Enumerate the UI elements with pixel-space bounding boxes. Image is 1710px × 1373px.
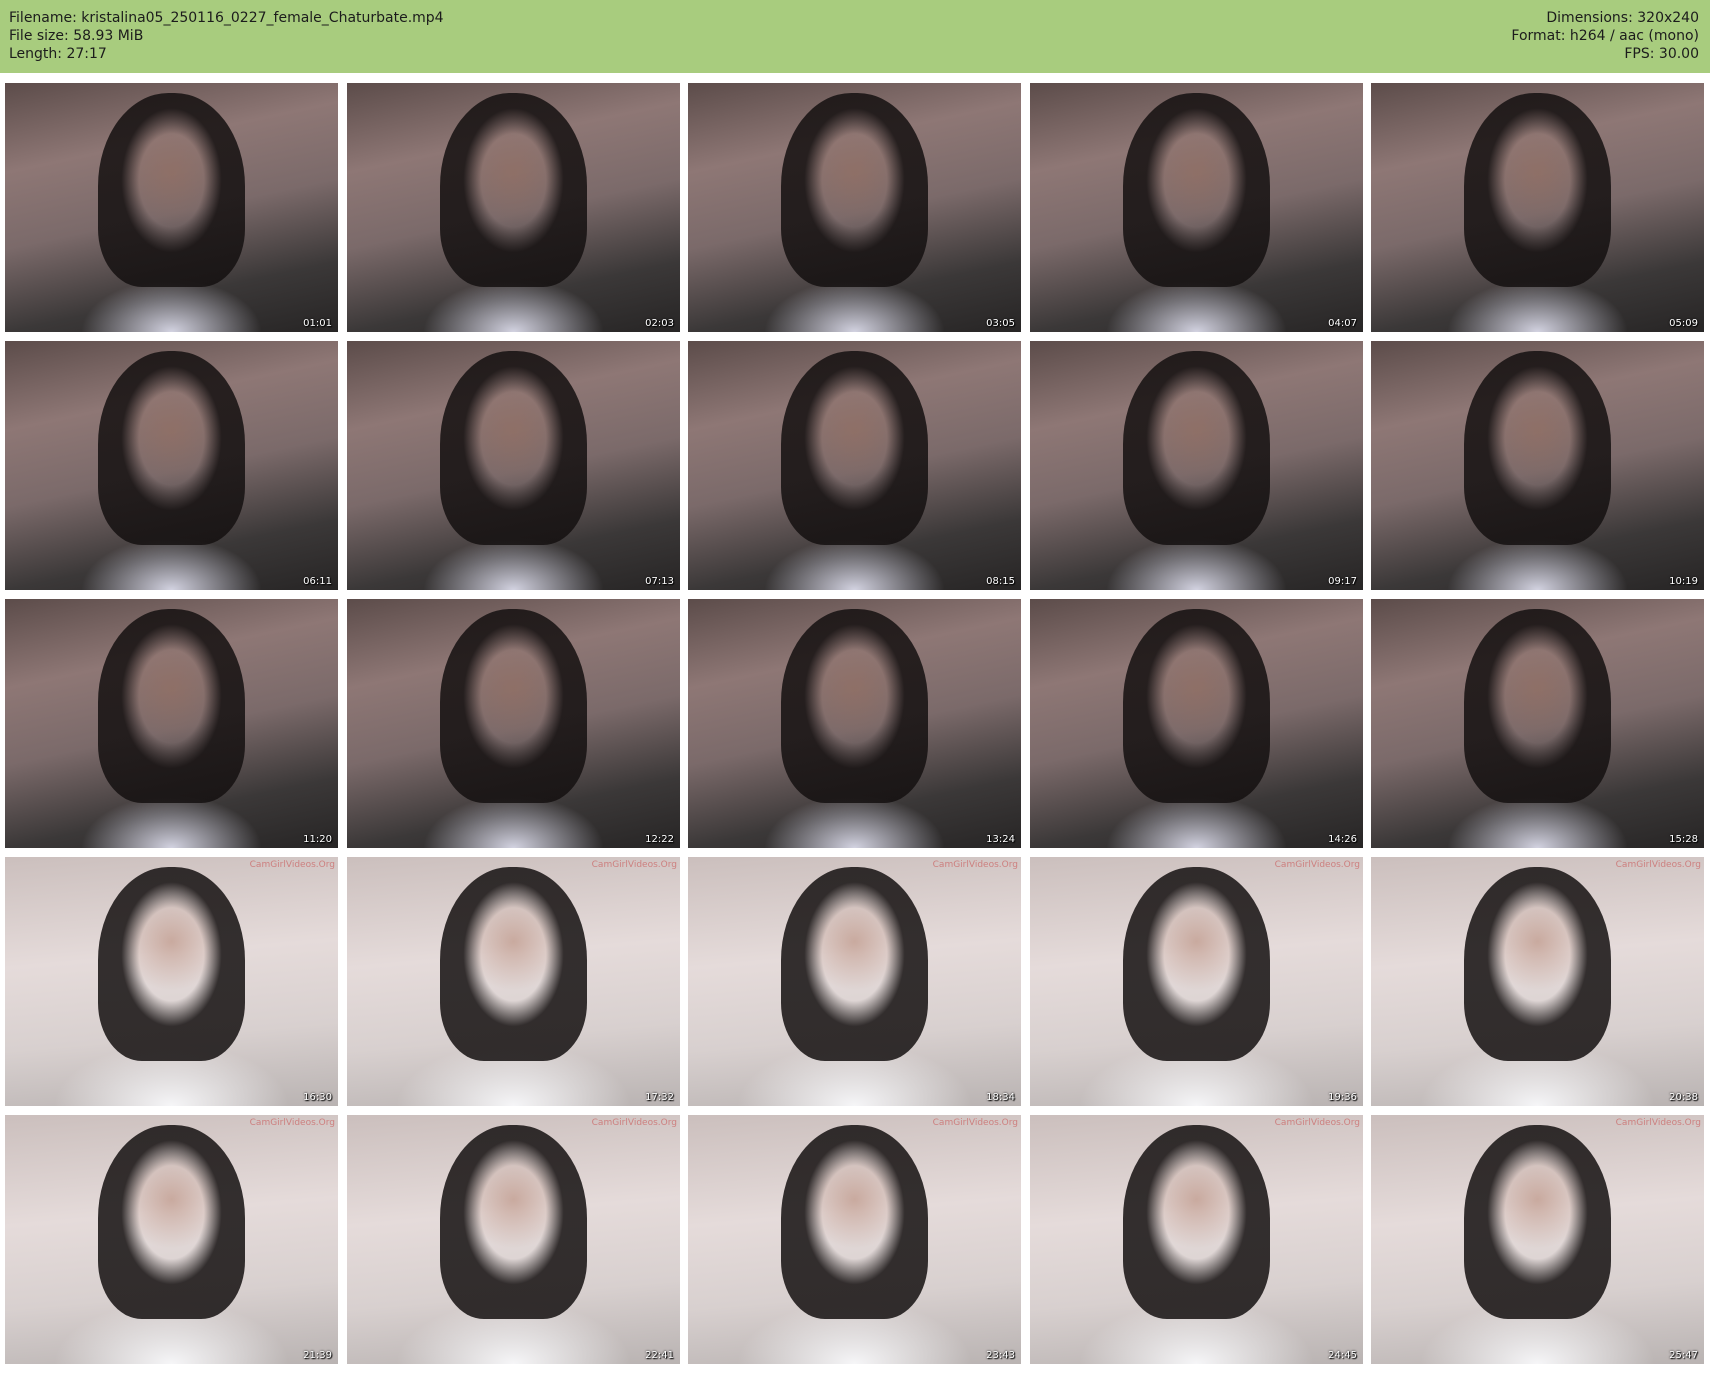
thumbnail-timestamp: 10:19 (1669, 576, 1698, 587)
frame-shading (1464, 608, 1611, 804)
thumbnail-timestamp: 09:17 (1328, 576, 1357, 587)
thumbnail-timestamp: 06:11 (303, 576, 332, 587)
frame-shading (1123, 866, 1270, 1062)
thumbnail-timestamp: 08:15 (986, 576, 1015, 587)
thumbnail: CamGirlVideos.Org 24:45 (1030, 1115, 1363, 1364)
frame-shading (440, 1124, 587, 1320)
frame-shading (781, 350, 928, 546)
frame-shading (98, 866, 245, 1062)
thumbnail: 12:22 (347, 599, 680, 848)
frame-shading (440, 866, 587, 1062)
thumbnail: CamGirlVideos.Org 23:43 (688, 1115, 1021, 1364)
thumbnail-timestamp: 01:01 (303, 318, 332, 329)
thumbnail-grid: 01:01 02:03 03:05 04:07 05:09 06:11 07:13 08:15… (5, 83, 1705, 1368)
thumbnail-timestamp: 24:45 (1328, 1350, 1357, 1361)
thumbnail-timestamp: 20:38 (1669, 1092, 1698, 1103)
watermark-text: CamGirlVideos.Org (249, 1118, 335, 1128)
thumbnail-timestamp: 11:20 (303, 834, 332, 845)
thumbnail-timestamp: 05:09 (1669, 318, 1698, 329)
frame-shading (1464, 92, 1611, 288)
filename-text: Filename: kristalina05_250116_0227_femal… (9, 10, 444, 26)
frame-shading (440, 92, 587, 288)
thumbnail: 05:09 (1371, 83, 1704, 332)
frame-shading (98, 350, 245, 546)
length-text: Length: 27:17 (9, 46, 107, 62)
thumbnail-timestamp: 16:30 (303, 1092, 332, 1103)
thumbnail: CamGirlVideos.Org 16:30 (5, 857, 338, 1106)
thumbnail-timestamp: 12:22 (645, 834, 674, 845)
thumbnail: 03:05 (688, 83, 1021, 332)
watermark-text: CamGirlVideos.Org (1615, 860, 1701, 870)
watermark-text: CamGirlVideos.Org (1615, 1118, 1701, 1128)
thumbnail-timestamp: 22:41 (645, 1350, 674, 1361)
thumbnail: CamGirlVideos.Org 18:34 (688, 857, 1021, 1106)
frame-shading (1464, 350, 1611, 546)
thumbnail-timestamp: 18:34 (986, 1092, 1015, 1103)
frame-shading (1464, 866, 1611, 1062)
frame-shading (98, 608, 245, 804)
thumbnail: CamGirlVideos.Org 20:38 (1371, 857, 1704, 1106)
frame-shading (1123, 92, 1270, 288)
thumbnail-timestamp: 15:28 (1669, 834, 1698, 845)
thumbnail: 09:17 (1030, 341, 1363, 590)
thumbnail: 14:26 (1030, 599, 1363, 848)
watermark-text: CamGirlVideos.Org (1274, 860, 1360, 870)
frame-shading (1123, 608, 1270, 804)
thumbnail-timestamp: 14:26 (1328, 834, 1357, 845)
thumbnail-timestamp: 03:05 (986, 318, 1015, 329)
thumbnail: CamGirlVideos.Org 21:39 (5, 1115, 338, 1364)
frame-shading (781, 1124, 928, 1320)
info-header: Filename: kristalina05_250116_0227_femal… (0, 0, 1710, 73)
thumbnail: 01:01 (5, 83, 338, 332)
frame-shading (1123, 350, 1270, 546)
thumbnail: CamGirlVideos.Org 25:47 (1371, 1115, 1704, 1364)
thumbnail-timestamp: 07:13 (645, 576, 674, 587)
watermark-text: CamGirlVideos.Org (932, 1118, 1018, 1128)
thumbnail: 15:28 (1371, 599, 1704, 848)
frame-shading (781, 608, 928, 804)
thumbnail: CamGirlVideos.Org 22:41 (347, 1115, 680, 1364)
watermark-text: CamGirlVideos.Org (249, 860, 335, 870)
thumbnail: 06:11 (5, 341, 338, 590)
watermark-text: CamGirlVideos.Org (591, 860, 677, 870)
thumbnail-timestamp: 13:24 (986, 834, 1015, 845)
format-text: Format: h264 / aac (mono) (1511, 28, 1699, 44)
fps-text: FPS: 30.00 (1624, 46, 1699, 62)
frame-shading (1123, 1124, 1270, 1320)
watermark-text: CamGirlVideos.Org (932, 860, 1018, 870)
frame-shading (781, 92, 928, 288)
file-info: Filename: kristalina05_250116_0227_femal… (9, 9, 444, 63)
thumbnail: CamGirlVideos.Org 17:32 (347, 857, 680, 1106)
thumbnail: 04:07 (1030, 83, 1363, 332)
frame-shading (440, 608, 587, 804)
thumbnail: 11:20 (5, 599, 338, 848)
thumbnail-timestamp: 04:07 (1328, 318, 1357, 329)
frame-shading (98, 1124, 245, 1320)
thumbnail: CamGirlVideos.Org 19:36 (1030, 857, 1363, 1106)
media-info: Dimensions: 320x240 Format: h264 / aac (… (1511, 9, 1699, 63)
thumbnail: 07:13 (347, 341, 680, 590)
thumbnail: 13:24 (688, 599, 1021, 848)
thumbnail-timestamp: 25:47 (1669, 1350, 1698, 1361)
filesize-text: File size: 58.93 MiB (9, 28, 144, 44)
thumbnail-timestamp: 17:32 (645, 1092, 674, 1103)
thumbnail-timestamp: 19:36 (1328, 1092, 1357, 1103)
watermark-text: CamGirlVideos.Org (1274, 1118, 1360, 1128)
frame-shading (98, 92, 245, 288)
dimensions-text: Dimensions: 320x240 (1546, 10, 1699, 26)
thumbnail: 08:15 (688, 341, 1021, 590)
frame-shading (1464, 1124, 1611, 1320)
thumbnail-timestamp: 23:43 (986, 1350, 1015, 1361)
thumbnail-timestamp: 21:39 (303, 1350, 332, 1361)
thumbnail-timestamp: 02:03 (645, 318, 674, 329)
frame-shading (440, 350, 587, 546)
watermark-text: CamGirlVideos.Org (591, 1118, 677, 1128)
frame-shading (781, 866, 928, 1062)
thumbnail: 02:03 (347, 83, 680, 332)
thumbnail: 10:19 (1371, 341, 1704, 590)
